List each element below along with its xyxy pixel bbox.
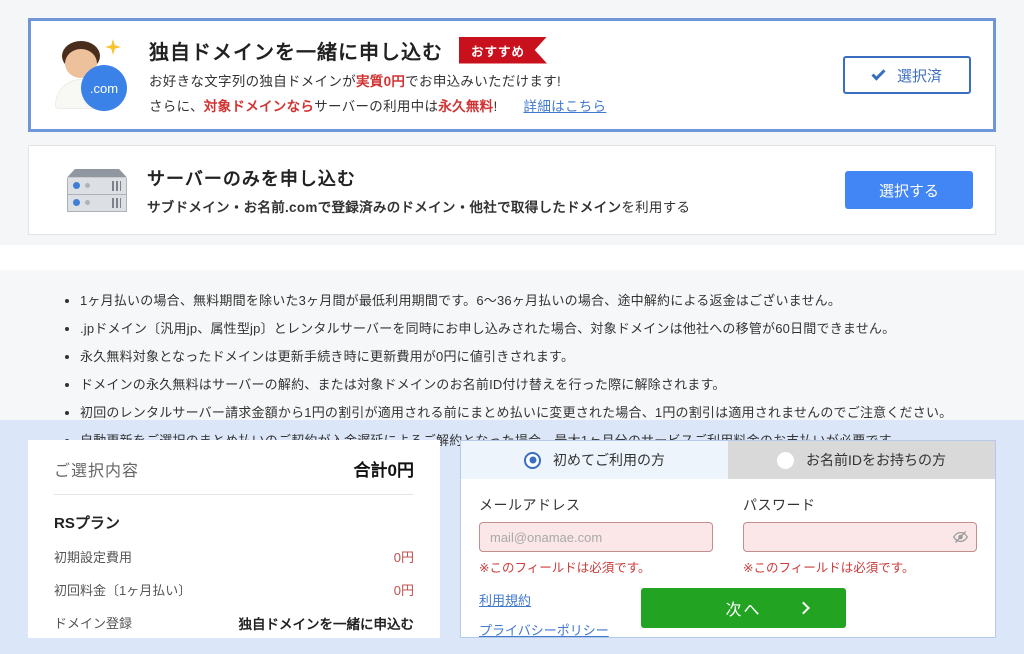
server-option-content: サーバーのみを申し込む サブドメイン・お名前.comで登録済みのドメイン・他社で… — [147, 165, 845, 216]
password-field-group: パスワード ※このフィールドは必須です。 — [743, 489, 977, 576]
email-field-group: メールアドレス ※このフィールドは必須です。 — [479, 489, 713, 576]
server-led-gray — [85, 200, 90, 205]
line1-post: でお申込みいただけます! — [405, 73, 562, 89]
line2-pre: さらに、 — [149, 98, 204, 114]
password-label: パスワード — [743, 497, 816, 513]
row-label: 初期設定費用 — [54, 550, 133, 565]
server-row — [67, 194, 127, 212]
email-required-note: ※このフィールドは必須です。 — [479, 561, 651, 575]
next-button-label: 次へ — [725, 602, 762, 619]
selected-button[interactable]: 選択済 — [843, 56, 971, 94]
password-field[interactable] — [743, 522, 977, 552]
line2-free-emphasis: 永久無料 — [438, 98, 494, 114]
line2-mid: サーバーの利用中は — [314, 98, 439, 114]
domain-option-content: 独自ドメインを一緒に申し込む おすすめ お好きな文字列の独自ドメインが実質0円で… — [149, 36, 843, 115]
line1-pre: お好きな文字列の独自ドメインが — [149, 73, 356, 89]
subtitle-bold: サブドメイン・お名前.comで登録済みのドメイン・他社で取得したドメイン — [147, 199, 622, 215]
password-required-note: ※このフィールドは必須です。 — [743, 561, 915, 575]
signup-page: .com 独自ドメインを一緒に申し込む おすすめ お好きな文字列の独自ドメインが… — [0, 0, 1024, 654]
email-label: メールアドレス — [479, 497, 581, 513]
option-domain-with-server[interactable]: .com 独自ドメインを一緒に申し込む おすすめ お好きな文字列の独自ドメインが… — [28, 18, 996, 132]
tab-new-user[interactable]: 初めてご利用の方 — [461, 441, 728, 479]
privacy-policy-link[interactable]: プライバシーポリシー — [479, 620, 641, 639]
summary-divider — [54, 494, 414, 495]
next-button[interactable]: 次へ — [641, 588, 846, 628]
server-stack-icon — [67, 168, 127, 212]
email-field[interactable] — [479, 522, 713, 552]
line1-price-emphasis: 実質0円 — [356, 73, 406, 89]
eye-off-icon[interactable] — [952, 529, 969, 546]
sparkle-icon — [105, 39, 121, 55]
terms-link[interactable]: 利用規約 — [479, 590, 641, 609]
server-led-gray — [85, 183, 90, 188]
section-divider — [0, 245, 1024, 270]
server-grill — [112, 180, 121, 191]
terms-notes-section: 1ヶ月払いの場合、無料期間を除いた3ヶ月間が最低利用期間です。6〜36ヶ月払いの… — [0, 270, 1024, 448]
row-value: 0円 — [393, 583, 414, 598]
tab-existing-user[interactable]: お名前IDをお持ちの方 — [728, 441, 995, 479]
subtitle-rest: を利用する — [621, 199, 691, 215]
row-value: 独自ドメインを一緒に申込む — [238, 617, 415, 632]
check-icon — [871, 65, 886, 81]
account-card: 初めてご利用の方 お名前IDをお持ちの方 メールアドレス ※このフィールドは必須… — [460, 440, 996, 638]
domain-option-line2: さらに、対象ドメインならサーバーの利用中は永久無料! 詳細はこちら — [149, 95, 843, 115]
account-tabs: 初めてご利用の方 お名前IDをお持ちの方 — [461, 441, 995, 479]
summary-title: ご選択内容 — [54, 463, 140, 480]
server-led-blue — [73, 182, 80, 189]
domain-option-title: 独自ドメインを一緒に申し込む — [149, 41, 443, 64]
line2-target-emphasis: 対象ドメインなら — [203, 98, 315, 114]
server-row — [67, 177, 127, 195]
server-led-blue — [73, 199, 80, 206]
note-item: 永久無料対象となったドメインは更新手続き時に更新費用が0円に値引きされます。 — [80, 346, 996, 365]
row-label: 初回料金〔1ヶ月払い〕 — [54, 583, 192, 598]
summary-row-setup: 初期設定費用 0円 — [54, 547, 414, 566]
legal-links: 利用規約 プライバシーポリシー — [479, 588, 641, 650]
server-option-title: サーバーのみを申し込む — [147, 168, 356, 189]
plan-name: RSプラン — [54, 515, 120, 532]
tab-existing-user-label: お名前IDをお持ちの方 — [806, 452, 946, 468]
radio-selected-icon[interactable] — [524, 451, 541, 469]
option-server-only[interactable]: サーバーのみを申し込む サブドメイン・お名前.comで登録済みのドメイン・他社で… — [28, 145, 996, 235]
summary-row-domain: ドメイン登録 独自ドメインを一緒に申込む — [54, 613, 414, 633]
checkout-section: ご選択内容 合計0円 RSプラン 初期設定費用 0円 初回料金〔1ヶ月払い〕 0… — [0, 420, 1024, 654]
summary-row-first-fee: 初回料金〔1ヶ月払い〕 0円 — [54, 580, 414, 599]
tab-new-user-label: 初めてご利用の方 — [553, 452, 665, 468]
plan-option-section: .com 独自ドメインを一緒に申し込む おすすめ お好きな文字列の独自ドメインが… — [0, 0, 1024, 245]
row-value: 0円 — [393, 550, 414, 565]
line2-post: ! — [493, 98, 498, 114]
select-button[interactable]: 選択する — [845, 171, 973, 209]
note-item: 1ヶ月払いの場合、無料期間を除いた3ヶ月間が最低利用期間です。6〜36ヶ月払いの… — [80, 290, 996, 309]
com-circle-badge: .com — [81, 65, 127, 111]
row-label: ドメイン登録 — [54, 616, 133, 631]
note-item: ドメインの永久無料はサーバーの解約、または対象ドメインのお名前ID付け替えを行っ… — [80, 374, 996, 393]
selection-summary-card: ご選択内容 合計0円 RSプラン 初期設定費用 0円 初回料金〔1ヶ月払い〕 0… — [28, 440, 440, 638]
chevron-right-icon — [797, 601, 810, 615]
radio-unselected-icon[interactable] — [777, 451, 794, 469]
account-form: メールアドレス ※このフィールドは必須です。 パスワード — [461, 479, 995, 650]
summary-total: 合計0円 — [353, 461, 414, 480]
details-link[interactable]: 詳細はこちら — [524, 99, 607, 114]
person-com-avatar-icon: .com — [53, 39, 129, 111]
server-grill — [112, 197, 121, 208]
selected-button-label: 選択済 — [896, 67, 942, 85]
server-option-subtitle: サブドメイン・お名前.comで登録済みのドメイン・他社で取得したドメインを利用す… — [147, 196, 845, 216]
recommended-badge: おすすめ — [459, 36, 548, 64]
server-top-face — [67, 168, 127, 178]
domain-option-line1: お好きな文字列の独自ドメインが実質0円でお申込みいただけます! — [149, 70, 843, 90]
note-item: .jpドメイン〔汎用jp、属性型jp〕とレンタルサーバーを同時にお申し込みされた… — [80, 318, 996, 337]
note-item: 初回のレンタルサーバー請求金額から1円の割引が適用される前にまとめ払いに変更され… — [80, 402, 996, 421]
